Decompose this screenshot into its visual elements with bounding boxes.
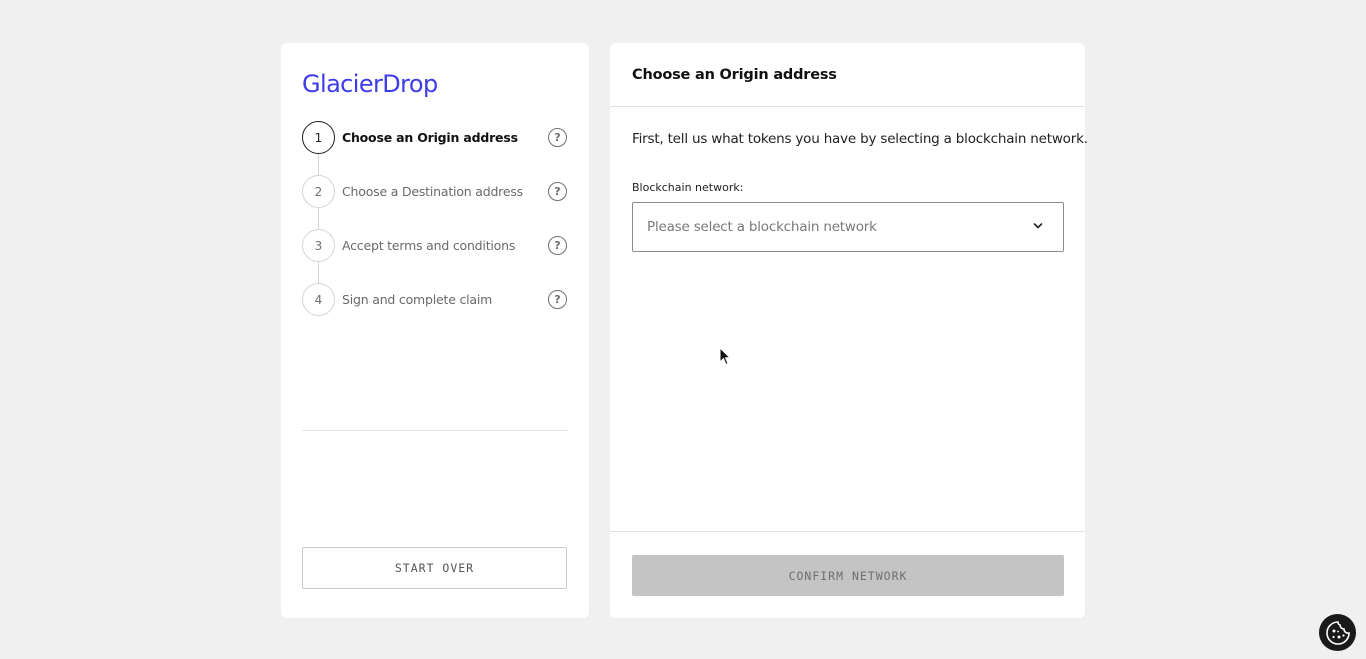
steps-panel: GlacierDrop 1 Choose an Origin address ?…	[281, 43, 589, 618]
page: GlacierDrop 1 Choose an Origin address ?…	[0, 0, 1366, 659]
select-placeholder: Please select a blockchain network	[647, 219, 877, 235]
divider	[302, 430, 568, 431]
question-circle-icon[interactable]: ?	[548, 236, 567, 255]
panel-header: Choose an Origin address	[610, 43, 1085, 107]
intro-text: First, tell us what tokens you have by s…	[632, 131, 1088, 147]
step-label: Choose a Destination address	[342, 184, 523, 199]
step-3: 3 Accept terms and conditions ?	[302, 229, 568, 283]
step-2: 2 Choose a Destination address ?	[302, 175, 568, 229]
step-connector	[318, 208, 319, 229]
question-circle-icon[interactable]: ?	[548, 290, 567, 309]
cookie-icon	[1325, 620, 1350, 645]
main-panel: Choose an Origin address First, tell us …	[610, 43, 1088, 618]
step-number: 2	[302, 175, 335, 208]
step-label: Choose an Origin address	[342, 130, 518, 145]
step-number: 3	[302, 229, 335, 262]
step-connector	[318, 262, 319, 283]
mouse-pointer-icon	[719, 347, 731, 366]
step-label: Sign and complete claim	[342, 292, 493, 307]
cookie-settings-button[interactable]	[1319, 614, 1356, 651]
step-1: 1 Choose an Origin address ?	[302, 121, 568, 175]
blockchain-network-label: Blockchain network:	[632, 181, 744, 194]
divider	[610, 531, 1085, 532]
step-4: 4 Sign and complete claim ?	[302, 283, 568, 337]
glacierdrop-logo: GlacierDrop	[302, 70, 438, 98]
step-connector	[318, 154, 319, 175]
chevron-down-icon	[1033, 223, 1043, 229]
step-list: 1 Choose an Origin address ? 2 Choose a …	[302, 121, 568, 337]
blockchain-network-select[interactable]: Please select a blockchain network	[632, 202, 1064, 252]
start-over-button[interactable]: START OVER	[302, 547, 567, 589]
page-title: Choose an Origin address	[632, 67, 837, 83]
confirm-network-button[interactable]: CONFIRM NETWORK	[632, 555, 1064, 596]
step-number: 1	[302, 121, 335, 154]
step-label: Accept terms and conditions	[342, 238, 516, 253]
step-number: 4	[302, 283, 335, 316]
question-circle-icon[interactable]: ?	[548, 128, 567, 147]
question-circle-icon[interactable]: ?	[548, 182, 567, 201]
